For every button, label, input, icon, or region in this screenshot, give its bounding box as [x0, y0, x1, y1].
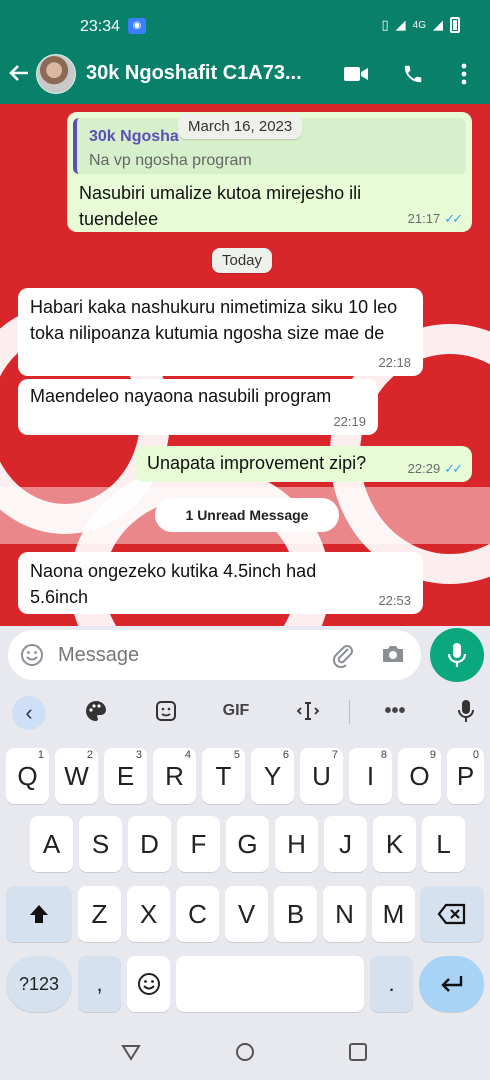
key[interactable]: E3 — [104, 748, 147, 804]
key[interactable]: F — [177, 816, 220, 872]
sticker-icon[interactable] — [152, 696, 180, 726]
message-bubble-incoming[interactable]: Naona ongezeko kutika 4.5inch had 5.6inc… — [18, 552, 423, 614]
signal-icon-2: ◢ — [433, 17, 443, 32]
numbers-key[interactable]: ?123 — [6, 956, 72, 1012]
key[interactable]: V — [225, 886, 268, 942]
back-arrow-icon[interactable] — [8, 62, 30, 89]
gif-button[interactable]: GIF — [216, 696, 256, 726]
palette-icon[interactable] — [82, 696, 110, 726]
contact-avatar[interactable] — [36, 54, 76, 94]
unread-messages-label: 1 Unread Message — [155, 498, 339, 532]
text-cursor-icon[interactable] — [294, 696, 322, 726]
today-pill: Today — [212, 248, 273, 273]
message-input[interactable] — [58, 640, 318, 670]
nav-recents-icon[interactable] — [348, 1042, 368, 1062]
message-text: Nasubiri umalize kutoa mirejesho ili tue… — [79, 183, 362, 229]
backspace-icon — [437, 903, 466, 925]
key[interactable]: L — [422, 816, 465, 872]
status-time: 23:34 — [80, 18, 121, 35]
key[interactable]: S — [79, 816, 122, 872]
space-key[interactable] — [176, 956, 364, 1012]
key[interactable]: P0 — [447, 748, 484, 804]
key[interactable]: D — [128, 816, 171, 872]
key[interactable]: X — [127, 886, 170, 942]
voice-input-icon[interactable] — [452, 696, 480, 726]
emoji-icon — [137, 973, 160, 995]
compose-bar — [0, 626, 490, 686]
collapse-toolbar-button[interactable]: ‹ — [12, 696, 46, 730]
quoted-text: Na vp ngosha program — [89, 152, 252, 169]
key[interactable]: G — [226, 816, 269, 872]
key[interactable]: W2 — [55, 748, 98, 804]
key[interactable]: B — [274, 886, 317, 942]
more-icon[interactable]: ••• — [381, 696, 409, 726]
shift-icon — [30, 905, 48, 923]
read-ticks-icon: ✓✓ — [444, 461, 463, 476]
signal-icon: ◢ — [395, 17, 406, 32]
more-options-icon[interactable] — [450, 60, 478, 88]
message-bubble-incoming[interactable]: Maendeleo nayaona nasubili program 22:19 — [18, 379, 378, 435]
message-time: 22:29 ✓✓ — [407, 461, 463, 476]
key[interactable]: C — [176, 886, 219, 942]
voice-call-icon[interactable] — [399, 60, 427, 88]
message-text: Unapata improvement zipi? — [147, 453, 367, 473]
chat-area[interactable]: 30k Ngosha Na vp ngosha program Nasubiri… — [0, 104, 490, 626]
key[interactable]: R4 — [153, 748, 196, 804]
chat-header: 30k Ngoshafit C1A73... — [0, 46, 490, 104]
emoji-icon[interactable] — [20, 643, 44, 667]
backspace-key[interactable] — [420, 886, 484, 942]
enter-icon — [440, 976, 462, 992]
message-time: 22:18 — [378, 355, 411, 370]
camera-icon[interactable] — [380, 642, 406, 668]
network-label: 4G — [412, 19, 426, 31]
key[interactable]: K — [373, 816, 416, 872]
attach-icon[interactable] — [330, 642, 356, 669]
key[interactable]: Q1 — [6, 748, 49, 804]
keyboard: ‹ GIF ••• Q1 W2 E3 R4 T5 Y6 U7 I8 O9 P0 … — [0, 686, 490, 1020]
key[interactable]: J — [324, 816, 367, 872]
nav-back-icon[interactable] — [121, 1042, 141, 1062]
emoji-key[interactable] — [127, 956, 170, 1012]
key[interactable]: U7 — [300, 748, 343, 804]
key[interactable]: I8 — [349, 748, 392, 804]
key[interactable]: H — [275, 816, 318, 872]
microphone-icon — [447, 643, 467, 667]
voice-record-button[interactable] — [430, 628, 484, 682]
date-pill: March 16, 2023 — [178, 114, 303, 139]
vibrate-icon: ▯ — [381, 17, 389, 32]
enter-key[interactable] — [419, 956, 484, 1012]
comma-key[interactable]: , — [78, 956, 121, 1012]
video-call-icon[interactable] — [342, 60, 370, 88]
quoted-sender: 30k Ngosha — [89, 128, 179, 145]
navigation-bar — [0, 1020, 490, 1080]
message-time: 21:17 ✓✓ — [407, 211, 463, 226]
key[interactable]: Y6 — [251, 748, 294, 804]
battery-icon — [450, 17, 460, 33]
message-time: 22:53 — [378, 593, 411, 608]
message-bubble-outgoing[interactable]: Unapata improvement zipi? 22:29 ✓✓ — [135, 446, 472, 482]
period-key[interactable]: . — [370, 956, 413, 1012]
message-text: Naona ongezeko kutika 4.5inch had 5.6inc… — [30, 561, 317, 607]
message-text: Habari kaka nashukuru nimetimiza siku 10… — [30, 297, 398, 343]
nav-home-icon[interactable] — [235, 1042, 255, 1062]
key[interactable]: M — [372, 886, 415, 942]
status-icons: ▯ ◢ 4G ◢ — [381, 17, 460, 33]
cast-icon: ◉ — [128, 18, 146, 34]
message-box[interactable] — [8, 630, 421, 680]
key[interactable]: Z — [78, 886, 121, 942]
read-ticks-icon: ✓✓ — [444, 211, 463, 226]
shift-key[interactable] — [6, 886, 72, 942]
keyboard-toolbar: ‹ GIF ••• — [0, 686, 490, 736]
contact-name[interactable]: 30k Ngoshafit C1A73... — [86, 62, 302, 85]
key[interactable]: A — [30, 816, 73, 872]
message-time: 22:19 — [333, 414, 366, 429]
key[interactable]: O9 — [398, 748, 441, 804]
toolbar-divider — [349, 700, 350, 724]
key[interactable]: T5 — [202, 748, 245, 804]
message-text: Maendeleo nayaona nasubili program — [30, 386, 332, 406]
message-bubble-incoming[interactable]: Habari kaka nashukuru nimetimiza siku 10… — [18, 288, 423, 376]
status-bar: 23:34 ◉ ▯ ◢ 4G ◢ — [0, 0, 490, 46]
key[interactable]: N — [323, 886, 366, 942]
